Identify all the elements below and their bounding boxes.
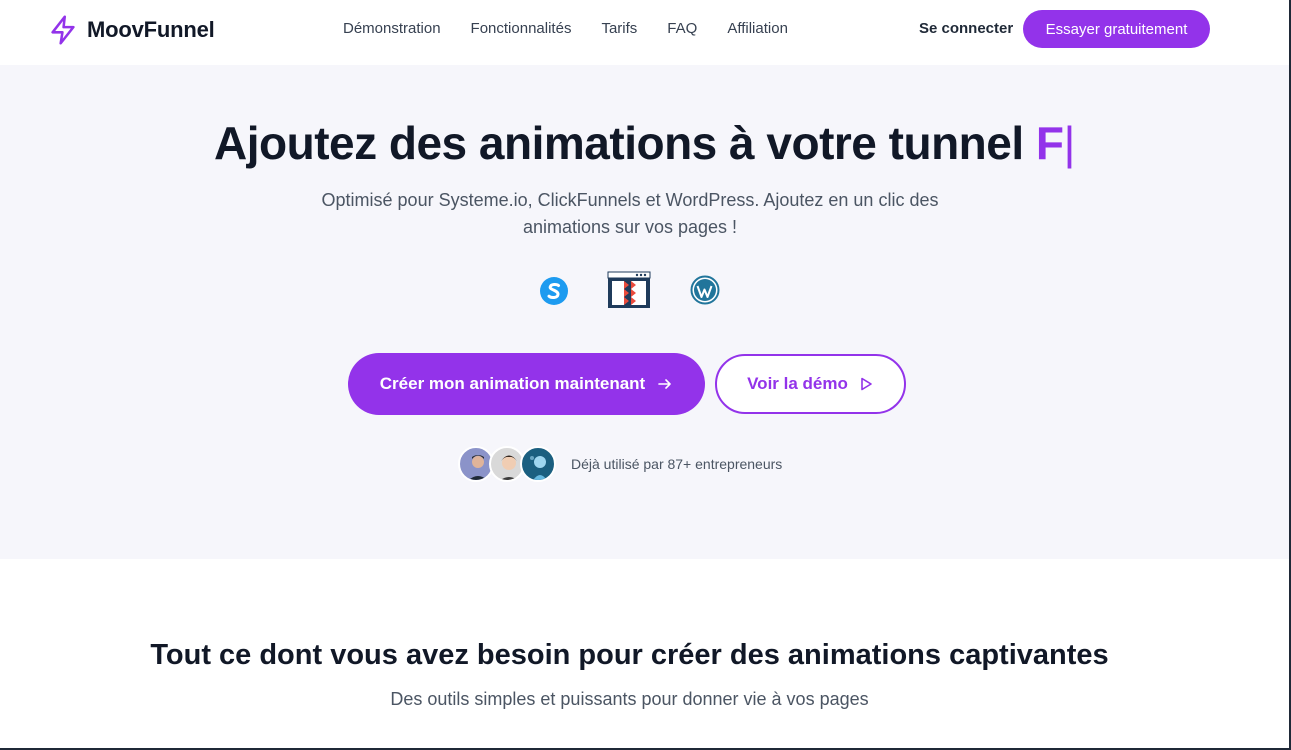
avatar xyxy=(520,446,556,482)
arrow-right-icon xyxy=(658,379,672,389)
brand-name: MoovFunnel xyxy=(87,17,215,42)
brand-logo[interactable]: MoovFunnel xyxy=(49,14,215,46)
lightning-bolt-icon xyxy=(51,15,75,45)
social-proof: Déjà utilisé par 87+ entrepreneurs xyxy=(458,446,782,482)
hero-title: Ajoutez des animations à votre tunnel F| xyxy=(0,116,1289,170)
nav-item-fonctionnalites[interactable]: Fonctionnalités xyxy=(471,20,572,37)
typed-text: F xyxy=(1035,117,1064,169)
view-demo-button[interactable]: Voir la démo xyxy=(715,354,906,414)
clickfunnels-icon xyxy=(607,271,651,308)
create-animation-button[interactable]: Créer mon animation maintenant xyxy=(348,353,705,415)
main-nav: Démonstration Fonctionnalités Tarifs FAQ… xyxy=(343,20,788,37)
nav-item-affiliation[interactable]: Affiliation xyxy=(727,20,788,37)
nav-item-faq[interactable]: FAQ xyxy=(667,20,697,37)
typing-caret: | xyxy=(1063,117,1076,169)
play-icon xyxy=(861,377,872,391)
view-demo-label: Voir la démo xyxy=(747,374,848,393)
create-animation-label: Créer mon animation maintenant xyxy=(379,374,646,393)
nav-item-demonstration[interactable]: Démonstration xyxy=(343,20,441,37)
features-subtitle: Des outils simples et puissants pour don… xyxy=(390,689,869,709)
hero-subtitle: Optimisé pour Systeme.io, ClickFunnels e… xyxy=(321,190,939,237)
wordpress-icon xyxy=(690,275,720,305)
hero-section: Ajoutez des animations à votre tunnel F|… xyxy=(0,65,1289,559)
systeme-io-icon xyxy=(540,277,568,305)
try-free-button[interactable]: Essayer gratuitement xyxy=(1023,10,1210,48)
nav-item-tarifs[interactable]: Tarifs xyxy=(601,20,637,37)
features-title: Tout ce dont vous avez besoin pour créer… xyxy=(150,639,1109,671)
site-header: MoovFunnel Démonstration Fonctionnalités… xyxy=(0,0,1289,62)
hero-title-text: Ajoutez des animations à votre tunnel xyxy=(214,117,1024,169)
login-link[interactable]: Se connecter xyxy=(919,20,1013,37)
social-proof-text: Déjà utilisé par 87+ entrepreneurs xyxy=(571,456,783,472)
platform-logos xyxy=(538,270,728,310)
avatar-group xyxy=(458,446,556,482)
